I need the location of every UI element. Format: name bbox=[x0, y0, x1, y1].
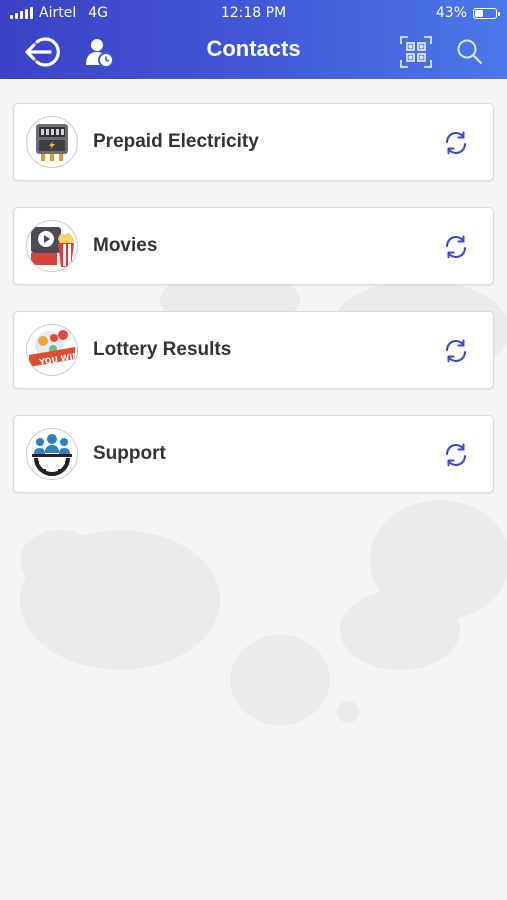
qr-code-icon[interactable] bbox=[398, 34, 434, 70]
contact-label: Lottery Results bbox=[93, 339, 232, 360]
contact-card-support[interactable]: Support bbox=[13, 415, 494, 493]
refresh-icon[interactable] bbox=[443, 234, 469, 260]
battery-percent: 43% bbox=[435, 5, 467, 21]
status-bar: Airtel 4G 12:18 PM 43% bbox=[0, 0, 507, 26]
nav-bar: Contacts bbox=[0, 26, 507, 79]
status-time: 12:18 PM bbox=[220, 5, 287, 21]
battery-icon bbox=[473, 7, 500, 19]
lottery-icon: YOU WIN bbox=[26, 324, 78, 376]
electricity-meter-icon bbox=[26, 116, 78, 168]
contact-label: Movies bbox=[93, 235, 158, 256]
refresh-icon[interactable] bbox=[443, 338, 469, 364]
contact-card-lottery-results[interactable]: YOU WIN Lottery Results bbox=[13, 311, 494, 389]
refresh-icon[interactable] bbox=[443, 130, 469, 156]
contact-label: Support bbox=[93, 443, 166, 464]
contact-card-movies[interactable]: Movies bbox=[13, 207, 494, 285]
contact-label: Prepaid Electricity bbox=[93, 131, 259, 152]
search-icon[interactable] bbox=[455, 37, 485, 67]
contact-card-prepaid-electricity[interactable]: Prepaid Electricity bbox=[13, 103, 494, 181]
movies-icon bbox=[26, 220, 78, 272]
refresh-icon[interactable] bbox=[443, 442, 469, 468]
support-team-icon bbox=[26, 428, 78, 480]
status-right: 43% bbox=[435, 5, 500, 21]
